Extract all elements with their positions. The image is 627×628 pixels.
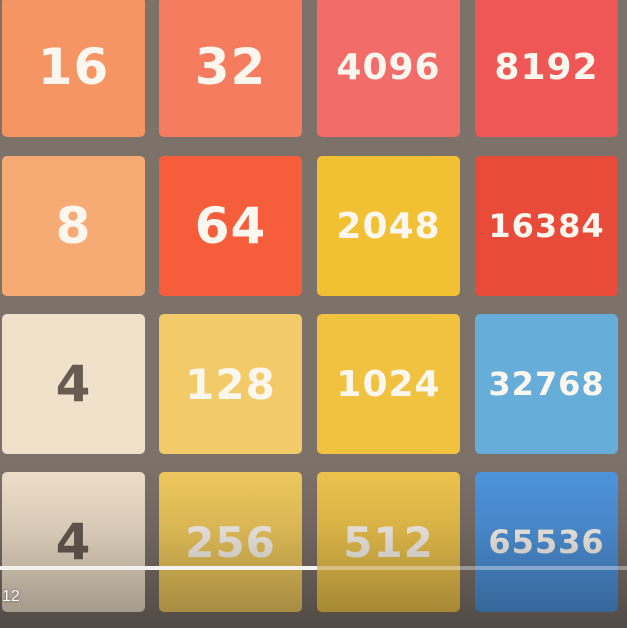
game-board: 16 32 4096 8192 8 64 2048 16384 4 128 10… <box>0 0 627 628</box>
tile-value: 128 <box>185 359 276 409</box>
tile-value: 16 <box>37 38 110 96</box>
tile: 8192 <box>475 0 618 137</box>
tile: 8 <box>2 156 145 296</box>
tile: 1024 <box>317 314 460 454</box>
video-progress-bar[interactable] <box>0 566 627 570</box>
tile: 256 <box>159 472 302 612</box>
tile-value: 4 <box>55 355 92 413</box>
tile-value: 4096 <box>336 46 441 88</box>
tile: 16384 <box>475 156 618 296</box>
tile: 32768 <box>475 314 618 454</box>
tile-value: 16384 <box>488 207 605 245</box>
tile: 2048 <box>317 156 460 296</box>
tile: 64 <box>159 156 302 296</box>
tile-value: 65536 <box>488 523 605 561</box>
tile: 4096 <box>317 0 460 137</box>
tile-value: 512 <box>343 517 434 567</box>
game-video-frame: 16 32 4096 8192 8 64 2048 16384 4 128 10… <box>0 0 627 628</box>
tile: 512 <box>317 472 460 612</box>
video-time-label: 12 <box>2 588 20 605</box>
tile: 4 <box>2 472 145 612</box>
tile: 128 <box>159 314 302 454</box>
video-progress-fill <box>0 566 317 570</box>
tile: 4 <box>2 314 145 454</box>
tile-value: 2048 <box>336 205 441 247</box>
tile-value: 64 <box>194 197 267 255</box>
tile-value: 256 <box>185 517 276 567</box>
tile: 32 <box>159 0 302 137</box>
tile-value: 1024 <box>336 363 441 405</box>
tile: 16 <box>2 0 145 137</box>
tile-value: 4 <box>55 513 92 571</box>
tile-value: 32 <box>194 38 267 96</box>
tile-value: 32768 <box>488 365 605 403</box>
tile-value: 8192 <box>494 46 599 88</box>
tile: 65536 <box>475 472 618 612</box>
tile-value: 8 <box>55 197 92 255</box>
